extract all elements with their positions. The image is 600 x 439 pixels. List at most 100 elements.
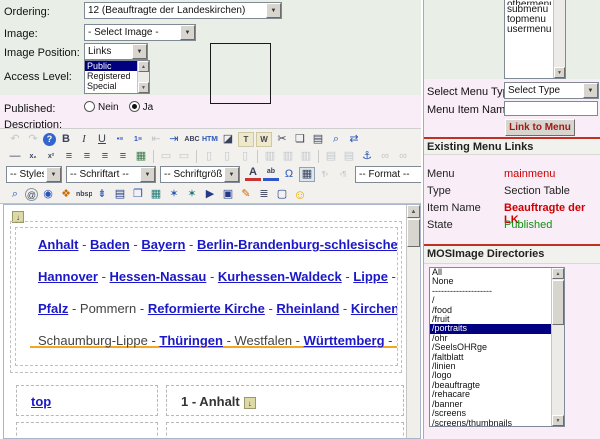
web-link-icon[interactable]: ◉ bbox=[40, 187, 56, 202]
radio-nein[interactable] bbox=[84, 101, 95, 112]
content-link[interactable]: Kurhessen-Waldeck bbox=[218, 269, 342, 284]
mosimage-dir-option[interactable]: /beauftragte bbox=[430, 381, 552, 390]
dropdown-arrow-icon[interactable]: ▼ bbox=[132, 44, 147, 59]
menu-item-name-input[interactable] bbox=[504, 101, 598, 116]
content-link[interactable]: Baden bbox=[90, 237, 130, 252]
cut-icon[interactable]: ✂ bbox=[274, 132, 290, 147]
mosimage-dir-option[interactable]: /logo bbox=[430, 371, 552, 380]
bold-icon[interactable]: B bbox=[58, 132, 74, 147]
content-link[interactable]: Kirchenprovinz Sachsen bbox=[351, 301, 397, 316]
media-icon[interactable]: ▶ bbox=[202, 187, 218, 202]
table-row-props-icon[interactable]: ▤ bbox=[323, 149, 339, 164]
redo-icon[interactable]: ↷ bbox=[25, 132, 41, 147]
col-before-icon[interactable]: ▯ bbox=[219, 149, 235, 164]
top-link[interactable]: top bbox=[31, 394, 51, 409]
mosimage-dir-option[interactable]: -------------------- bbox=[430, 287, 552, 296]
numbered-list-icon[interactable]: 1≡ bbox=[130, 132, 146, 147]
xtd-image-icon[interactable]: ✶ bbox=[166, 187, 182, 202]
email-link-icon[interactable]: @ bbox=[25, 188, 38, 201]
delete-col-icon[interactable]: ▥ bbox=[262, 149, 278, 164]
radio-ja[interactable] bbox=[129, 101, 140, 112]
mosimage-dir-option[interactable]: /linien bbox=[430, 362, 552, 371]
special-char-icon[interactable]: Ω bbox=[281, 167, 297, 182]
html-source-icon[interactable]: HTML bbox=[202, 132, 218, 147]
menu-option[interactable]: usermenu bbox=[505, 25, 554, 35]
copy-icon[interactable]: ❏ bbox=[292, 132, 308, 147]
mosimage-dir-option[interactable]: None bbox=[430, 277, 552, 286]
scroll-down-icon[interactable]: ▼ bbox=[552, 415, 564, 426]
insert-image-icon[interactable]: ▦ bbox=[148, 187, 164, 202]
delete-row-icon[interactable]: ▯ bbox=[201, 149, 217, 164]
print-icon[interactable]: ≣ bbox=[256, 187, 272, 202]
subscript-icon[interactable]: x₂ bbox=[25, 149, 41, 164]
table-cell-props-icon[interactable]: ▤ bbox=[341, 149, 357, 164]
underline-icon[interactable]: U bbox=[94, 132, 110, 147]
split-cells-icon[interactable]: ▥ bbox=[280, 149, 296, 164]
preview-icon[interactable]: ⌕ bbox=[7, 187, 23, 202]
menu-option[interactable]: submenu bbox=[505, 5, 554, 15]
image-position-select[interactable]: Links ▼ bbox=[84, 43, 148, 60]
styles-select[interactable]: -- Styles -- ▼ bbox=[6, 166, 62, 183]
content-link[interactable]: Pfalz bbox=[38, 301, 68, 316]
mosimage-directories-listbox[interactable]: AllNone--------------------//food/fruit/… bbox=[429, 267, 565, 427]
ordering-select[interactable]: 12 (Beauftragte der Landeskirchen) ▼ bbox=[84, 2, 282, 19]
mosimage-dir-option[interactable]: /screens bbox=[430, 409, 552, 418]
hr-icon[interactable]: — bbox=[7, 149, 23, 164]
unlink-icon[interactable]: ∞ bbox=[395, 149, 411, 164]
scrollbar-thumb[interactable] bbox=[552, 280, 564, 325]
content-link[interactable]: Rheinland bbox=[276, 301, 339, 316]
menu-list-scrollbar[interactable]: ▼ bbox=[553, 0, 565, 78]
row-before-icon[interactable]: ▭ bbox=[158, 149, 174, 164]
anchor-icon[interactable]: ⚓ bbox=[359, 149, 375, 164]
italic-icon[interactable]: I bbox=[76, 132, 92, 147]
help-icon[interactable]: ? bbox=[43, 133, 56, 146]
access-scrollbar[interactable]: ▲ ▼ bbox=[137, 61, 149, 93]
link-to-menu-button[interactable]: Link to Menu bbox=[505, 119, 575, 136]
mosimage-scrollbar[interactable]: ▲ ▼ bbox=[551, 268, 564, 426]
access-level-option[interactable]: Public bbox=[85, 61, 137, 71]
paste-icon[interactable]: ▤ bbox=[310, 132, 326, 147]
content-link[interactable]: Bayern bbox=[141, 237, 185, 252]
indent-icon[interactable]: ⇥ bbox=[166, 132, 182, 147]
find-replace-icon[interactable]: ⇄ bbox=[346, 132, 362, 147]
scroll-up-icon[interactable]: ▲ bbox=[138, 61, 149, 72]
xtd-flash-icon[interactable]: ✶ bbox=[184, 187, 200, 202]
content-link[interactable]: Berlin-Brandenburg-schlesische Oberlausi… bbox=[197, 237, 397, 252]
scroll-up-icon[interactable]: ▲ bbox=[407, 205, 420, 218]
mosimage-dir-option[interactable]: /food bbox=[430, 306, 552, 315]
scrollbar-thumb[interactable] bbox=[407, 219, 420, 247]
align-center-icon[interactable]: ≡ bbox=[79, 149, 95, 164]
rtl-icon[interactable]: ‹¶ bbox=[335, 167, 351, 182]
content-link[interactable]: Anhalt bbox=[38, 237, 78, 252]
mosimage-dir-option[interactable]: /SeelsOHRge bbox=[430, 343, 552, 352]
bullet-list-icon[interactable]: •≡ bbox=[112, 132, 128, 147]
scroll-up-icon[interactable]: ▲ bbox=[552, 268, 564, 279]
spellcheck-icon[interactable]: ABC bbox=[184, 132, 200, 147]
menu-option[interactable]: topmenu bbox=[505, 15, 554, 25]
dropdown-arrow-icon[interactable]: ▼ bbox=[46, 167, 61, 182]
movie-icon[interactable]: ▣ bbox=[220, 187, 236, 202]
mosimage-dir-option[interactable]: / bbox=[430, 296, 552, 305]
dropdown-arrow-icon[interactable]: ▼ bbox=[266, 3, 281, 18]
content-link[interactable]: Hannover bbox=[38, 269, 98, 284]
draw-icon[interactable]: ✎ bbox=[238, 187, 254, 202]
dropdown-arrow-icon[interactable]: ▼ bbox=[583, 83, 598, 98]
superscript-icon[interactable]: x² bbox=[43, 149, 59, 164]
row-after-icon[interactable]: ▭ bbox=[176, 149, 192, 164]
insert-table-icon[interactable]: ▦ bbox=[133, 149, 149, 164]
merge-cells-icon[interactable]: ▥ bbox=[298, 149, 314, 164]
outdent-icon[interactable]: ⇤ bbox=[148, 132, 164, 147]
scroll-down-icon[interactable]: ▼ bbox=[138, 82, 149, 93]
dropdown-arrow-icon[interactable]: ▼ bbox=[224, 167, 239, 182]
fullscreen-icon[interactable]: ▢ bbox=[274, 187, 290, 202]
align-left-icon[interactable]: ≡ bbox=[61, 149, 77, 164]
dropdown-arrow-icon[interactable]: ▼ bbox=[180, 25, 195, 40]
ltr-icon[interactable]: ¶› bbox=[317, 167, 333, 182]
access-level-option[interactable]: Special bbox=[85, 81, 137, 91]
pagebreak-icon[interactable]: ⇟ bbox=[94, 187, 110, 202]
content-link[interactable]: Hessen-Nassau bbox=[110, 269, 207, 284]
nbsp-icon[interactable]: nbsp bbox=[76, 187, 92, 202]
find-icon[interactable]: ⌕ bbox=[328, 132, 344, 147]
editor-scrollbar[interactable]: ▲ bbox=[406, 205, 420, 438]
mosimage-dir-option[interactable]: /rehacare bbox=[430, 390, 552, 399]
